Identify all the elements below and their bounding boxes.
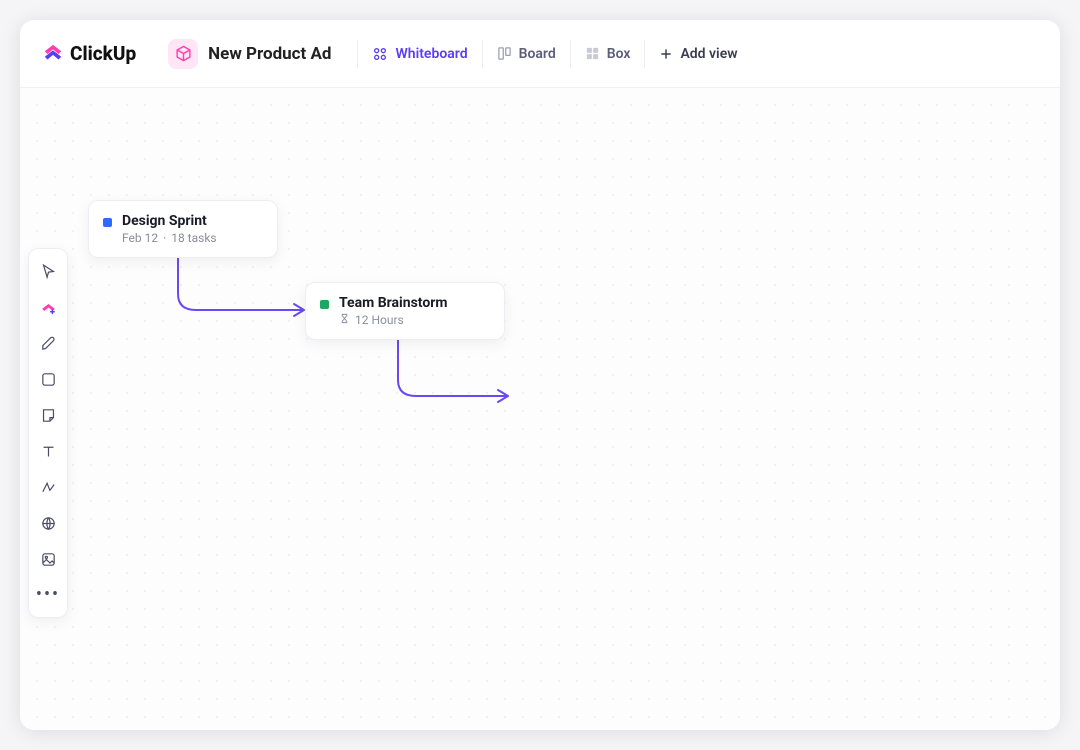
card-tasks: 18 tasks [171, 231, 216, 245]
tool-connector[interactable] [34, 473, 62, 501]
card-subtitle: Feb 12 · 18 tasks [122, 231, 217, 245]
tool-shape[interactable] [34, 365, 62, 393]
tool-pen[interactable] [34, 329, 62, 357]
app-window: ClickUp New Product Ad Whi [20, 20, 1060, 730]
dot-separator: · [163, 231, 166, 245]
tool-web-embed[interactable] [34, 509, 62, 537]
more-icon: ••• [36, 586, 60, 604]
tool-select[interactable] [34, 257, 62, 285]
tool-sticky-note[interactable] [34, 401, 62, 429]
box-icon [585, 46, 600, 61]
tab-whiteboard-label: Whiteboard [395, 46, 467, 62]
plus-icon [659, 47, 673, 61]
connector-arrow-1[interactable] [170, 250, 325, 324]
project-cube-icon [168, 39, 198, 69]
card-color-swatch [103, 218, 112, 227]
whiteboard-icon [372, 46, 388, 62]
toolbox: ••• [28, 248, 68, 618]
tool-more[interactable]: ••• [34, 581, 62, 609]
project-title: New Product Ad [208, 44, 331, 64]
project-badge[interactable]: New Product Ad [168, 39, 331, 69]
card-subtitle: 12 Hours [339, 313, 448, 327]
clickup-logo-icon [42, 43, 64, 65]
brand-name: ClickUp [70, 42, 136, 65]
tab-board-label: Board [519, 46, 556, 62]
card-body: Design Sprint Feb 12 · 18 tasks [122, 213, 217, 245]
tab-box[interactable]: Box [570, 40, 645, 68]
tool-image[interactable] [34, 545, 62, 573]
tab-whiteboard[interactable]: Whiteboard [357, 40, 481, 68]
card-design-sprint[interactable]: Design Sprint Feb 12 · 18 tasks [88, 200, 278, 258]
whiteboard-canvas[interactable]: ••• Design Sprint Feb 12 · 18 tasks Team… [20, 88, 1060, 730]
add-view-button[interactable]: Add view [644, 40, 751, 68]
card-color-swatch [320, 300, 329, 309]
brand-logo[interactable]: ClickUp [42, 42, 136, 65]
add-view-label: Add view [680, 46, 737, 62]
tab-box-label: Box [607, 46, 631, 62]
hourglass-icon [339, 313, 350, 327]
card-body: Team Brainstorm 12 Hours [339, 295, 448, 327]
card-date: Feb 12 [122, 231, 158, 245]
card-team-brainstorm[interactable]: Team Brainstorm 12 Hours [305, 282, 505, 340]
card-title: Team Brainstorm [339, 295, 448, 311]
board-icon [497, 46, 512, 61]
card-title: Design Sprint [122, 213, 217, 229]
tool-text[interactable] [34, 437, 62, 465]
tool-clickup-object[interactable] [34, 293, 62, 321]
card-duration: 12 Hours [355, 313, 404, 327]
connector-arrow-2[interactable] [390, 332, 530, 412]
topbar: ClickUp New Product Ad Whi [20, 20, 1060, 88]
view-tabs: Whiteboard Board [357, 40, 751, 68]
tab-board[interactable]: Board [482, 40, 570, 68]
